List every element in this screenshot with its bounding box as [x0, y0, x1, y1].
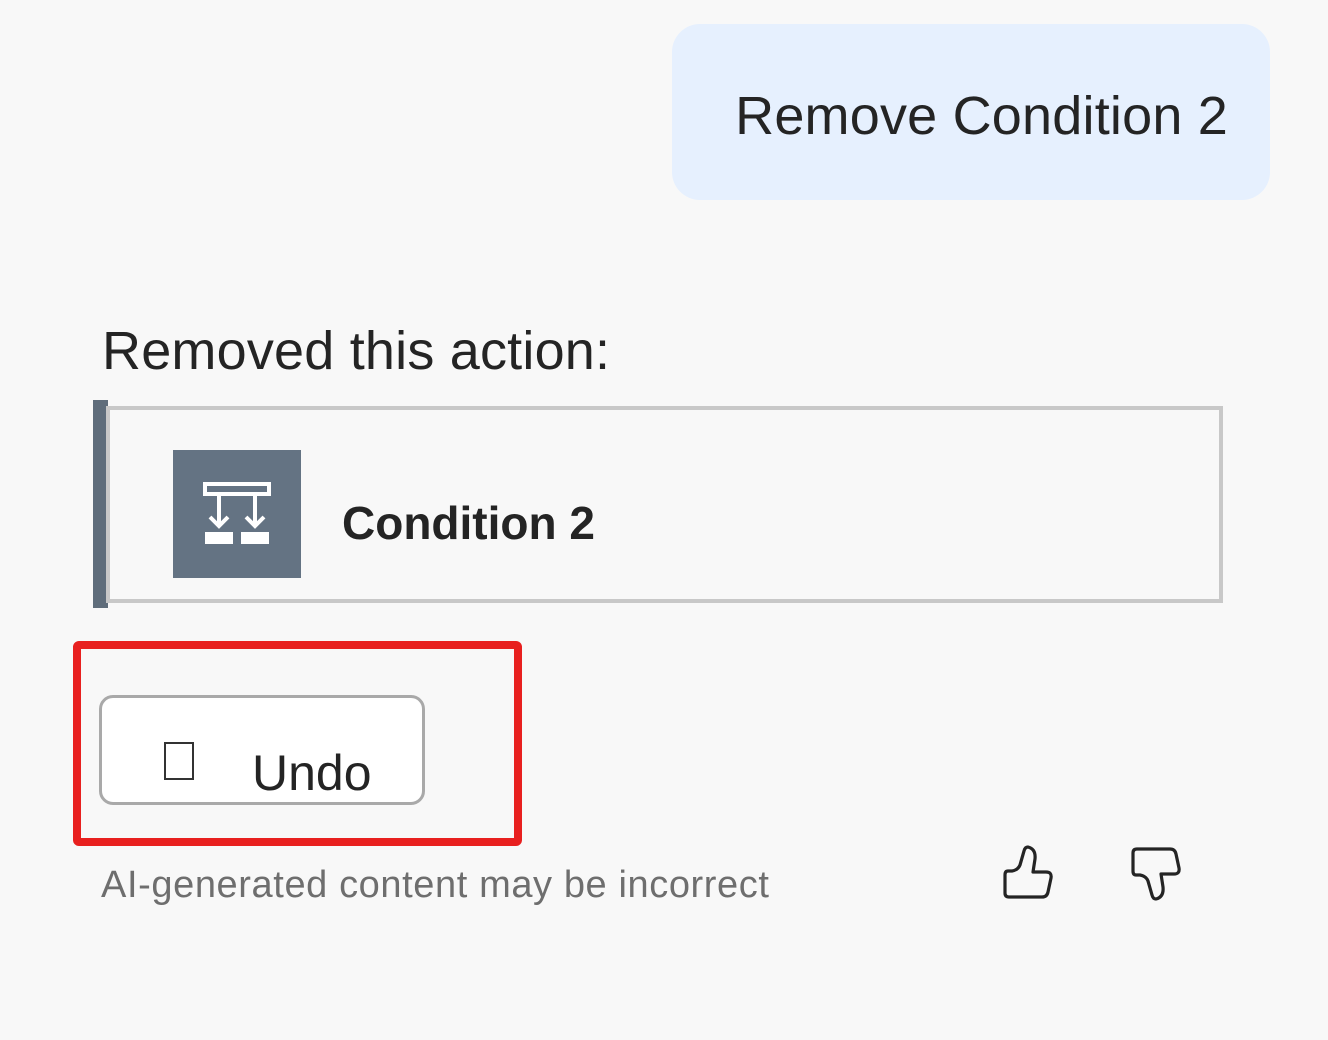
thumbs-up-button[interactable]	[996, 841, 1060, 905]
user-message-text: Remove Condition 2	[735, 86, 1228, 146]
thumbs-down-icon	[1131, 847, 1181, 901]
condition-branch-icon	[173, 450, 301, 578]
thumbs-up-icon	[1003, 845, 1053, 899]
ai-disclaimer: AI-generated content may be incorrect	[101, 864, 770, 906]
action-card-body: Condition 2	[106, 406, 1223, 603]
action-card-title: Condition 2	[342, 497, 595, 549]
response-heading: Removed this action:	[102, 321, 611, 381]
undo-button-label: Undo	[252, 745, 372, 801]
user-message-bubble: Remove Condition 2	[672, 24, 1270, 200]
removed-action-card: Condition 2	[93, 400, 1223, 608]
thumbs-down-button[interactable]	[1124, 841, 1188, 905]
undo-icon	[164, 742, 194, 780]
copilot-chat-pane: Remove Condition 2 Removed this action: …	[0, 0, 1328, 1040]
undo-button[interactable]: Undo	[99, 695, 425, 805]
